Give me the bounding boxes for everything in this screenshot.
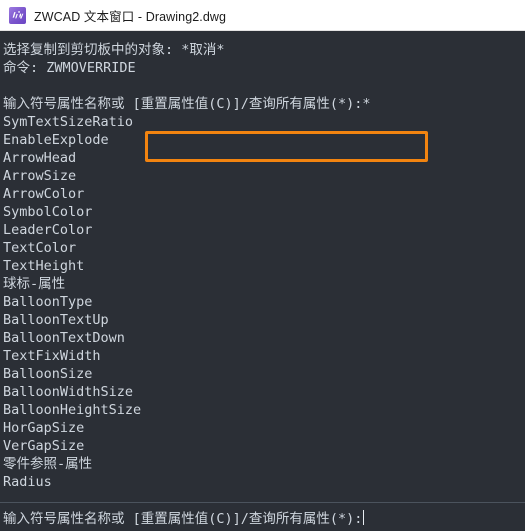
- console-line-history-0: 选择复制到剪切板中的对象: *取消*: [3, 42, 225, 58]
- attribute-item: SymbolColor: [3, 204, 93, 220]
- prompt-options: [重置属性值(C)]/查询所有属性(*):*: [132, 96, 371, 112]
- attribute-item: TextFixWidth: [3, 348, 101, 364]
- window-title: ZWCAD 文本窗口 - Drawing2.dwg: [34, 9, 227, 24]
- attribute-group-header: 球标-属性: [3, 276, 66, 292]
- attribute-item: ArrowColor: [3, 186, 85, 202]
- attribute-item: VerGapSize: [3, 438, 85, 454]
- attribute-item: ArrowHead: [3, 150, 77, 166]
- attribute-item: BalloonType: [3, 294, 93, 310]
- attribute-item: Radius: [3, 474, 52, 490]
- attribute-item: TextColor: [3, 240, 77, 256]
- command-prompt-label: 输入符号属性名称或 [重置属性值(C)]/查询所有属性(*):: [3, 511, 363, 527]
- zwcad-text-window: ZWCAD 文本窗口 - Drawing2.dwg 选择复制到剪切板中的对象: …: [0, 0, 525, 531]
- console-output[interactable]: 选择复制到剪切板中的对象: *取消* 命令: ZWMOVERRIDE 输入符号属…: [0, 31, 525, 502]
- attribute-item: TextHeight: [3, 258, 85, 274]
- title-bar: ZWCAD 文本窗口 - Drawing2.dwg: [0, 0, 525, 31]
- attribute-group-header: 零件参照-属性: [3, 456, 93, 472]
- attribute-item: BalloonSize: [3, 366, 93, 382]
- attribute-item: BalloonHeightSize: [3, 402, 142, 418]
- attribute-item: HorGapSize: [3, 420, 85, 436]
- attribute-item: SymTextSizeRatio: [3, 114, 134, 130]
- highlighted-prompt-line: 输入符号属性名称或 [重置属性值(C)]/查询所有属性(*):*: [3, 95, 525, 113]
- zwcad-app-icon: [9, 6, 26, 24]
- console-line-history-1: 命令: ZWMOVERRIDE: [3, 60, 136, 76]
- text-caret: [363, 509, 365, 525]
- console-line-history-2: [3, 77, 525, 95]
- attribute-item: BalloonWidthSize: [3, 384, 134, 400]
- command-input-line[interactable]: 输入符号属性名称或 [重置属性值(C)]/查询所有属性(*):: [0, 502, 525, 531]
- attribute-item: EnableExplode: [3, 132, 109, 148]
- attribute-item: ArrowSize: [3, 168, 77, 184]
- attribute-item: BalloonTextUp: [3, 312, 109, 328]
- attribute-item: LeaderColor: [3, 222, 93, 238]
- attribute-item: BalloonTextDown: [3, 330, 125, 346]
- prompt-label: 输入符号属性名称或: [3, 96, 133, 112]
